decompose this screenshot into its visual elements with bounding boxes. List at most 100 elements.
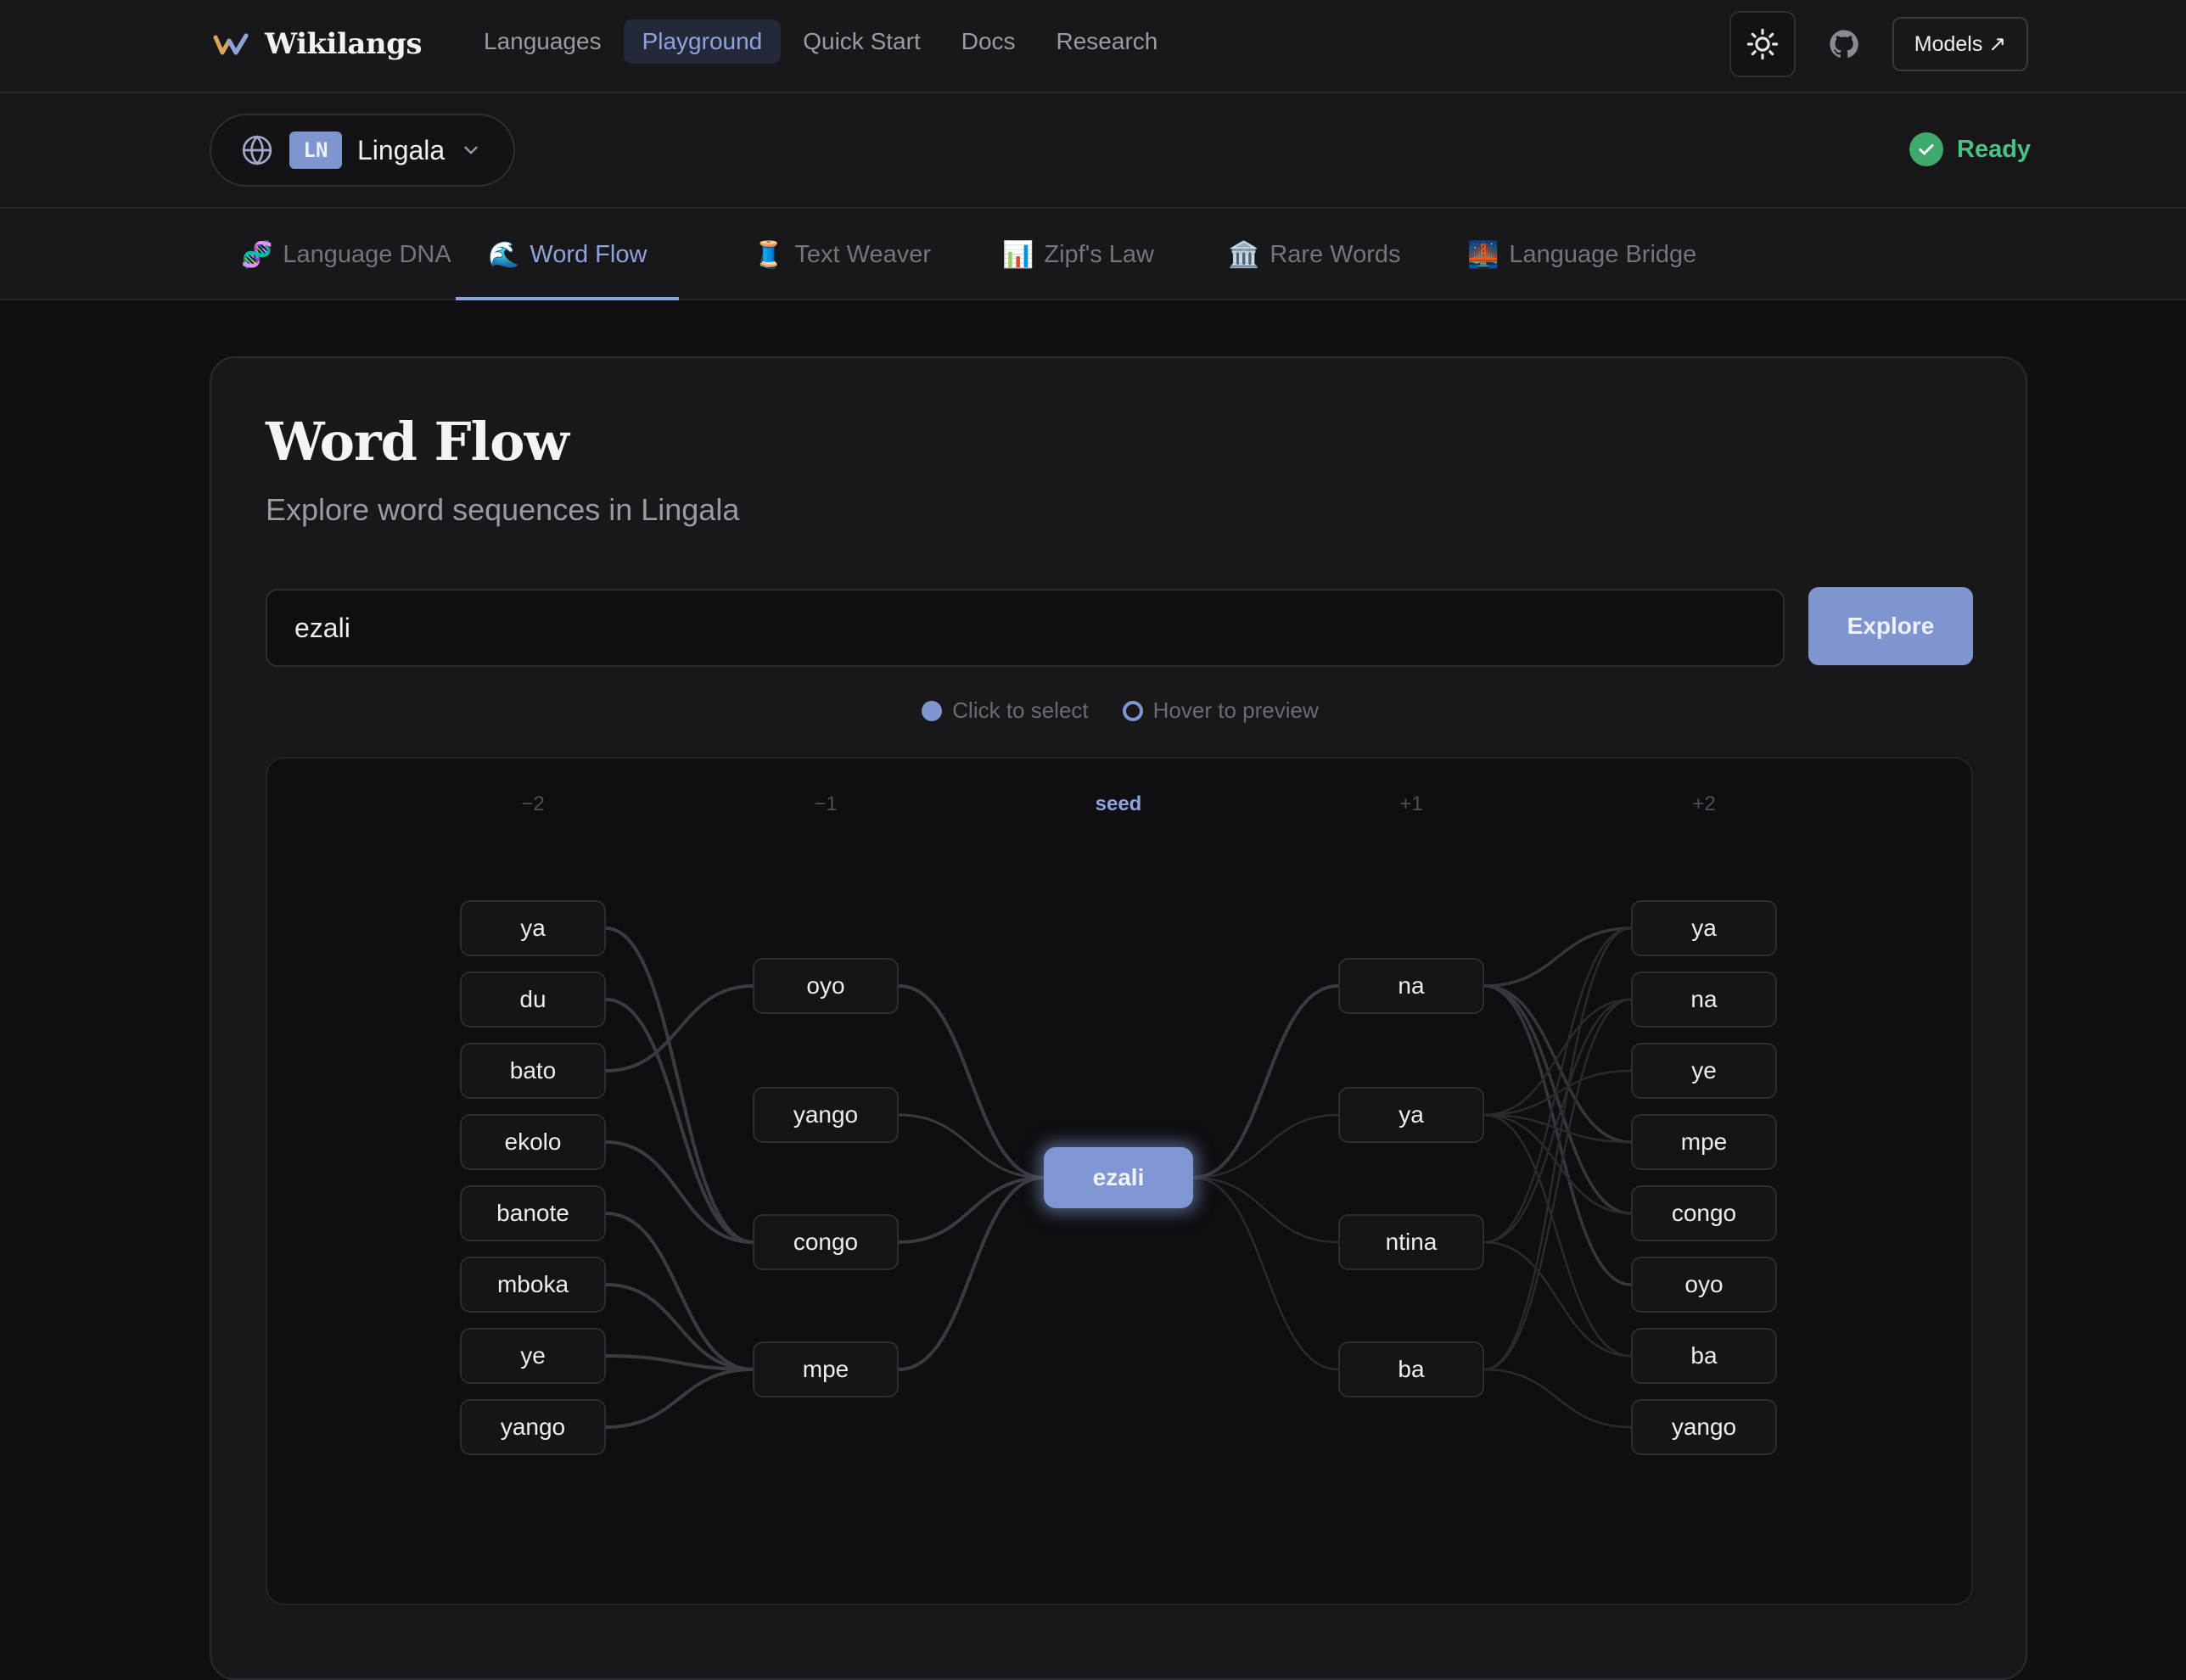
tab-language-bridge[interactable]: 🌉 Language Bridge [1467,209,1696,300]
edge-right-inner [1192,984,1339,1179]
chevron-down-icon [464,146,478,154]
column-label-0: −2 [521,792,545,815]
tab-zipfs-law[interactable]: 📊 Zipf's Law [1002,209,1154,300]
word-node-minus1-yango[interactable]: yango [753,1087,899,1143]
edge-right-inner [1192,1113,1339,1179]
nav-playground[interactable]: Playground [623,20,782,64]
edge-left-outer [605,927,754,1244]
word-node-plus2-mpe[interactable]: mpe [1631,1114,1777,1170]
edge-left-outer [605,998,754,1244]
column-label-3: +1 [1399,792,1423,815]
legend-hover: Hover to preview [1122,697,1319,724]
edge-right-outer [1483,998,1632,1371]
page-subtitle: Explore word sequences in Lingala [266,492,740,527]
word-node-minus1-oyo[interactable]: oyo [753,958,899,1014]
edge-right-outer [1483,1240,1632,1358]
github-button[interactable] [1811,11,1877,77]
top-nav: Wikilangs Languages Playground Quick Sta… [0,0,2186,93]
main-nav: Languages Playground Quick Start Docs Re… [465,20,1176,64]
column-label-4: +2 [1692,792,1716,815]
edge-left-outer [605,1368,754,1429]
status-text: Ready [1957,135,2032,163]
word-node-minus1-congo[interactable]: congo [753,1214,899,1270]
nav-quick-start[interactable]: Quick Start [784,20,939,64]
word-node-plus2-congo[interactable]: congo [1631,1185,1777,1241]
brand[interactable]: Wikilangs [212,25,423,63]
legend-select: Click to select [922,697,1089,724]
edge-left-outer [605,984,754,1072]
edge-right-outer [1483,1368,1632,1429]
word-node-minus2-ye[interactable]: ye [460,1328,606,1384]
tab-label: Language DNA [283,240,451,268]
edge-right-inner [1192,1176,1339,1371]
word-node-minus2-banote[interactable]: banote [460,1185,606,1241]
tab-word-flow[interactable]: 🌊 Word Flow [456,209,680,300]
edge-right-outer [1483,1069,1632,1117]
nav-docs[interactable]: Docs [943,20,1034,64]
wave-icon: 🌊 [488,240,520,269]
tab-label: Rare Words [1270,240,1401,268]
language-name: Lingala [357,134,446,165]
bridge-icon: 🌉 [1467,240,1499,269]
column-label-1: −1 [814,792,838,815]
edge-left-inner [898,984,1045,1179]
word-node-minus2-bato[interactable]: bato [460,1043,606,1099]
filled-dot-icon [922,700,943,721]
word-node-plus2-ba[interactable]: ba [1631,1328,1777,1384]
github-icon [1830,30,1858,59]
word-flow-panel: Word Flow Explore word sequences in Ling… [210,356,2027,1680]
word-node-plus1-ba[interactable]: ba [1338,1341,1484,1397]
nav-research[interactable]: Research [1038,20,1177,64]
models-button[interactable]: Models ↗ [1892,17,2028,71]
tab-rare-words[interactable]: 🏛️ Rare Words [1228,209,1401,300]
thread-icon: 🧵 [753,240,785,269]
edge-left-outer [605,1212,754,1371]
word-node-plus2-oyo[interactable]: oyo [1631,1257,1777,1313]
hollow-dot-icon [1122,700,1143,721]
word-node-plus1-ntina[interactable]: ntina [1338,1214,1484,1270]
museum-icon: 🏛️ [1228,240,1260,269]
word-node-minus1-mpe[interactable]: mpe [753,1341,899,1397]
page-title: Word Flow [266,411,569,473]
edge-left-outer [605,1140,754,1244]
brand-name: Wikilangs [265,27,423,61]
bar-chart-icon: 📊 [1002,240,1034,269]
word-node-plus2-na[interactable]: na [1631,972,1777,1028]
word-node-minus2-ekolo[interactable]: ekolo [460,1114,606,1170]
word-node-plus2-ye[interactable]: ye [1631,1043,1777,1099]
tab-label: Text Weaver [794,240,931,268]
seed-word-node[interactable]: ezali [1044,1147,1193,1208]
theme-toggle-button[interactable] [1729,11,1796,77]
dna-icon: 🧬 [241,240,273,269]
seed-word-input[interactable] [266,589,1785,667]
language-code-badge: LN [289,132,342,169]
edge-right-outer [1483,927,1632,988]
nav-languages[interactable]: Languages [465,20,620,64]
tab-language-dna[interactable]: 🧬 Language DNA [241,209,451,300]
word-node-minus2-du[interactable]: du [460,972,606,1028]
tab-label: Word Flow [530,240,647,268]
word-flow-graph: ya du bato ekolo banote mboka ye yango oyo yango c… [266,757,1973,1605]
check-icon [1909,132,1943,166]
word-node-plus1-na[interactable]: na [1338,958,1484,1014]
graph-legend: Click to select Hover to preview [211,697,2029,724]
word-node-minus2-yango[interactable]: yango [460,1399,606,1455]
language-selector[interactable]: LN Lingala [210,114,515,187]
word-node-plus2-yango[interactable]: yango [1631,1399,1777,1455]
column-label-2: seed [1095,792,1142,815]
language-bar: LN Lingala Ready [0,93,2186,209]
globe-icon [242,135,272,165]
word-node-minus2-ya[interactable]: ya [460,900,606,956]
explore-button[interactable]: Explore [1808,587,1973,665]
legend-select-label: Click to select [952,697,1089,723]
sun-icon [1746,28,1779,60]
tab-text-weaver[interactable]: 🧵 Text Weaver [753,209,931,300]
word-node-plus2-ya[interactable]: ya [1631,900,1777,956]
tab-label: Zipf's Law [1044,240,1154,268]
legend-hover-label: Hover to preview [1152,697,1319,723]
edge-left-inner [898,1176,1045,1244]
tab-label: Language Bridge [1509,240,1697,268]
word-node-minus2-mboka[interactable]: mboka [460,1257,606,1313]
edge-left-inner [898,1176,1045,1371]
word-node-plus1-ya[interactable]: ya [1338,1087,1484,1143]
